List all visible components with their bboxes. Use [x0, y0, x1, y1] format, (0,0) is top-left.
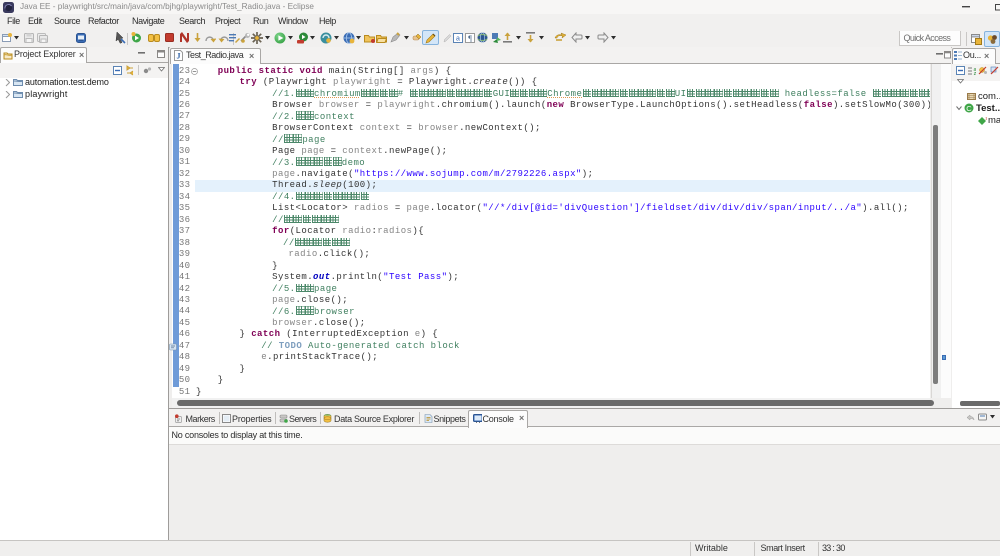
svg-text:s: s	[986, 116, 988, 122]
svg-text:z: z	[974, 71, 976, 75]
svg-text:J: J	[177, 52, 181, 61]
svg-text:C: C	[966, 104, 972, 113]
svg-text:¶: ¶	[468, 34, 472, 43]
svg-text:a: a	[456, 36, 460, 43]
